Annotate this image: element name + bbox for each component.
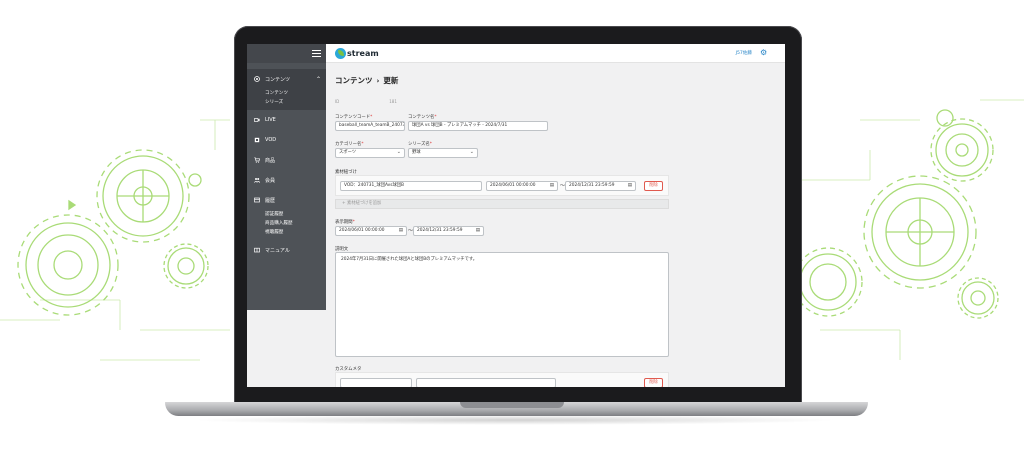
display-end-date[interactable]: 2024/12/31 23:59:59 xyxy=(413,226,484,236)
gear-icon xyxy=(793,247,863,317)
sidebar-subitem-viewing-history[interactable]: 視聴履歴 xyxy=(247,228,326,237)
sidebar-subitem-contents[interactable]: コンテンツ xyxy=(247,89,326,98)
content-code-label: コンテンツコード* xyxy=(335,115,373,120)
chevron-right-icon: › xyxy=(376,76,380,85)
content-name-input[interactable]: 球団A vs 球団B - プレミアムマッチ - 2024/7/31 xyxy=(408,121,548,131)
top-bar: stream J57佐藤 ⚙ xyxy=(326,44,785,63)
history-icon xyxy=(254,197,260,203)
gear-icon xyxy=(930,118,994,182)
material-panel: VOD：240731_球団Avs球団B 2024/06/01 00:00:00 … xyxy=(335,175,669,196)
app-screen: コンテンツ ⌃ コンテンツ シリーズ LIVE VOD 商品 会員 履歴 認証履… xyxy=(247,44,785,387)
category-select[interactable]: スポーツ xyxy=(335,148,405,158)
breadcrumb-current: 更新 xyxy=(383,76,399,85)
user-menu-link[interactable]: J57佐藤 xyxy=(736,50,752,56)
gear-icon[interactable]: ⚙ xyxy=(760,49,768,57)
gear-icon xyxy=(957,277,999,319)
breadcrumb-parent[interactable]: コンテンツ xyxy=(335,75,373,86)
cart-icon xyxy=(254,157,260,163)
material-input[interactable]: VOD：240731_球団Avs球団B xyxy=(340,181,482,191)
material-end-date[interactable]: 2024/12/31 23:59:59 xyxy=(565,181,636,191)
page-title: コンテンツ › 更新 xyxy=(335,75,398,86)
delete-button[interactable]: 削除 xyxy=(644,378,663,387)
gear-icon xyxy=(188,173,202,187)
custom-meta-key-input[interactable] xyxy=(340,378,412,387)
series-label: シリーズ名* xyxy=(408,142,432,147)
sidebar-item-members[interactable]: 会員 xyxy=(247,170,326,190)
sidebar-item-vod[interactable]: VOD xyxy=(247,130,326,150)
display-period-label: 表示期間* xyxy=(335,220,355,225)
users-icon xyxy=(254,178,260,183)
sidebar-header xyxy=(247,44,326,63)
gear-icon xyxy=(863,175,977,289)
sidebar-item-label: VOD xyxy=(265,137,277,143)
logo-text: stream xyxy=(347,49,379,58)
target-icon xyxy=(254,76,260,82)
sidebar-item-label: コンテンツ xyxy=(265,76,291,83)
custom-meta-value-input[interactable] xyxy=(416,378,556,387)
sidebar-subitem-auth-history[interactable]: 認証履歴 xyxy=(247,210,326,219)
sidebar-item-products[interactable]: 商品 xyxy=(247,150,326,170)
gear-icon xyxy=(163,243,209,289)
logo-mark-icon xyxy=(335,48,346,59)
main-content: コンテンツ › 更新 ID 181 コンテンツコード* baseball_tea… xyxy=(326,63,785,387)
logo: stream xyxy=(335,48,379,59)
sidebar-item-label: 履歴 xyxy=(265,197,276,204)
id-label: ID xyxy=(335,99,340,104)
sidebar-subitem-purchase-history[interactable]: 商品購入履歴 xyxy=(247,219,326,228)
id-row: ID 181 xyxy=(335,99,397,104)
sidebar-item-label: 商品 xyxy=(265,157,276,164)
sidebar-subgroup-contents: コンテンツ シリーズ xyxy=(247,89,326,110)
video-icon xyxy=(254,118,260,122)
film-icon xyxy=(254,137,260,143)
material-start-date[interactable]: 2024/06/01 00:00:00 xyxy=(486,181,558,191)
gear-icon xyxy=(96,149,190,243)
custom-meta-panel: 削除 xyxy=(335,372,669,387)
series-select[interactable]: 野球 xyxy=(408,148,478,158)
hamburger-menu-icon[interactable] xyxy=(312,50,321,57)
sidebar-item-live[interactable]: LIVE xyxy=(247,110,326,130)
laptop-notch xyxy=(460,402,564,408)
laptop-shadow xyxy=(190,415,840,425)
chevron-up-icon: ⌃ xyxy=(316,75,322,83)
content-code-input[interactable]: baseball_teamA_teamB_240731 xyxy=(335,121,405,131)
display-start-date[interactable]: 2024/06/01 00:00:00 xyxy=(335,226,407,236)
id-value: 181 xyxy=(389,99,397,104)
sidebar-item-contents[interactable]: コンテンツ ⌃ xyxy=(247,69,326,89)
sidebar-item-label: LIVE xyxy=(265,117,276,123)
sidebar-subitem-series[interactable]: シリーズ xyxy=(247,98,326,107)
sidebar-subgroup-history: 認証履歴 商品購入履歴 視聴履歴 xyxy=(247,210,326,240)
category-label: カテゴリー名* xyxy=(335,142,364,147)
sidebar-item-label: 会員 xyxy=(265,177,276,184)
stage: コンテンツ ⌃ コンテンツ シリーズ LIVE VOD 商品 会員 履歴 認証履… xyxy=(0,0,1024,475)
sidebar-item-history[interactable]: 履歴 xyxy=(247,190,326,210)
content-name-label: コンテンツ名* xyxy=(408,115,437,120)
sidebar: コンテンツ ⌃ コンテンツ シリーズ LIVE VOD 商品 会員 履歴 認証履… xyxy=(247,44,326,310)
description-textarea[interactable]: 2024年7月31日に開催された球団Aと球団Bのプレミアムマッチです。 xyxy=(335,252,669,357)
sidebar-item-label: マニュアル xyxy=(265,247,290,254)
sidebar-item-manual[interactable]: マニュアル xyxy=(247,240,326,260)
add-material-button[interactable]: + 素材紐づけを追加 xyxy=(335,199,669,209)
delete-button[interactable]: 削除 xyxy=(644,181,663,191)
book-icon xyxy=(254,247,260,253)
